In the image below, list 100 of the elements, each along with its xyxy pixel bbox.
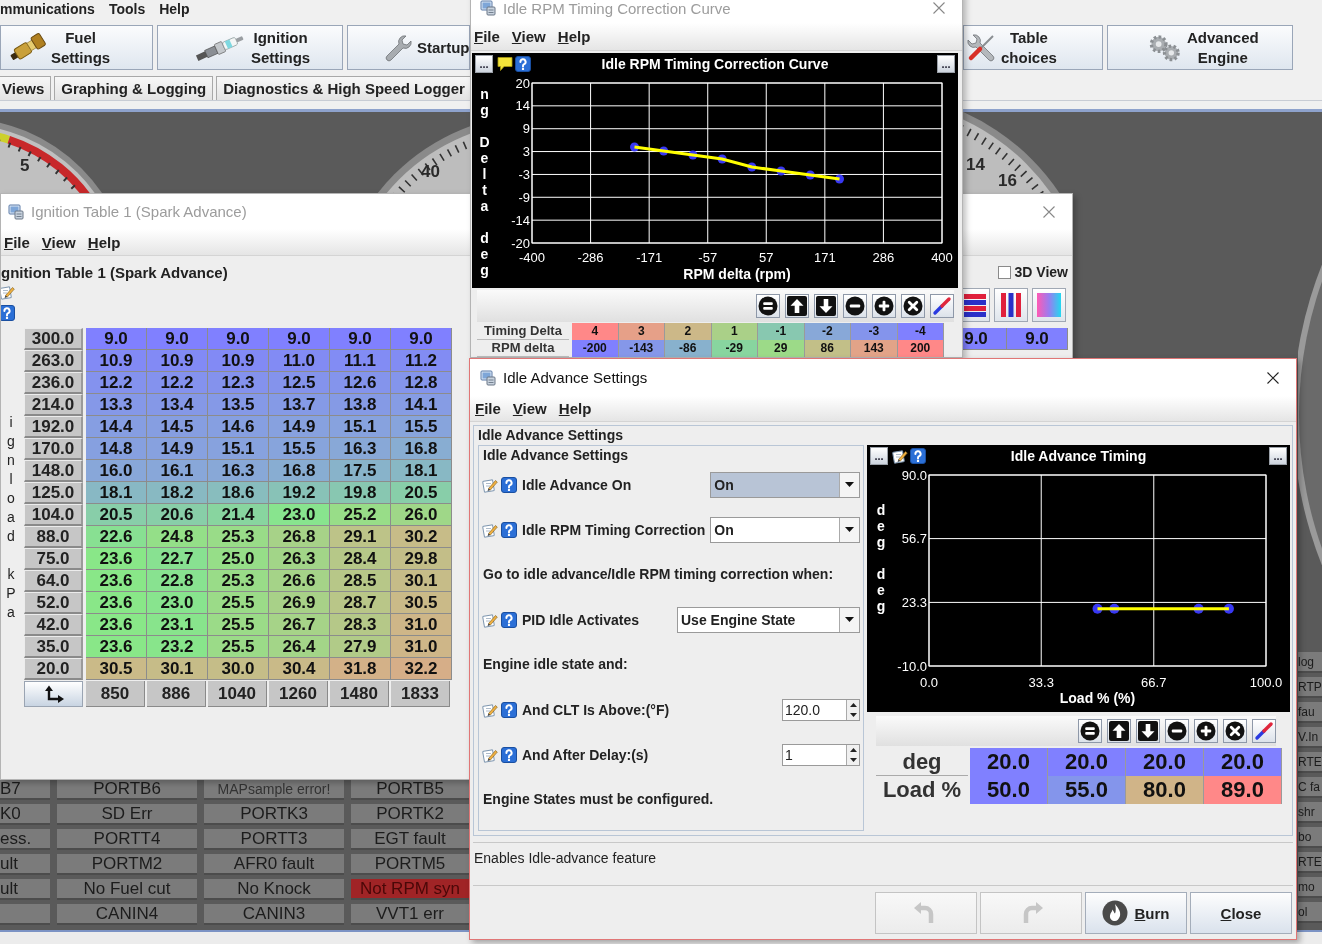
menu-item[interactable]: File (474, 28, 500, 45)
toolbar-button[interactable]: Table choices (963, 25, 1103, 70)
table-cell: 24.8 (147, 526, 208, 548)
gauge-number: 14 (966, 155, 985, 175)
tab[interactable]: Diagnostics & High Speed Logger (216, 76, 472, 100)
table-cell: 31.0 (391, 614, 452, 636)
number-spinner[interactable]: 1 (782, 743, 860, 766)
burn-button[interactable]: Burn (1085, 892, 1187, 934)
table-cell: 28.7 (330, 592, 391, 614)
toolbar-button[interactable]: Startup (347, 25, 470, 70)
tool-button[interactable] (1078, 719, 1102, 743)
row-header-cell: 20.0 (24, 658, 83, 680)
number-spinner[interactable]: 120.0 (782, 698, 860, 721)
menu-item[interactable]: Help (87, 233, 121, 251)
tool-button[interactable] (1194, 719, 1218, 743)
menu-button[interactable]: ... (937, 55, 955, 73)
row-header-cell: 64.0 (24, 570, 83, 592)
group-title: Idle Advance Settings (477, 426, 624, 445)
color-mode-button[interactable] (994, 288, 1028, 322)
toolbar-button[interactable]: Ignition Settings (157, 25, 343, 70)
tool-button[interactable] (756, 294, 780, 318)
dropdown[interactable]: On (710, 516, 860, 543)
axis-button[interactable] (24, 681, 83, 707)
data-point[interactable] (1109, 603, 1120, 614)
tool-button[interactable] (930, 294, 954, 318)
tool-button[interactable] (1165, 719, 1189, 743)
menu-item[interactable]: Tools (108, 0, 146, 17)
axis-tick-label: -286 (577, 250, 604, 265)
table-cell: 13.5 (208, 394, 269, 416)
tool-button[interactable] (1107, 719, 1131, 743)
data-point[interactable] (688, 150, 698, 160)
table-cell: -29 (711, 340, 758, 357)
axis-label: ng Delta deg (478, 85, 491, 280)
menu-item[interactable]: View (41, 233, 76, 251)
checkbox[interactable] (997, 265, 1011, 279)
color-mode-button[interactable] (1032, 288, 1066, 322)
menu-item[interactable]: Help (558, 400, 592, 417)
close-button[interactable]: Close (1190, 892, 1292, 934)
tab[interactable]: Views (0, 76, 52, 100)
data-point[interactable] (630, 142, 639, 152)
data-point[interactable] (1223, 603, 1234, 614)
menu-item[interactable]: Help (159, 0, 190, 17)
tool-button[interactable] (814, 294, 838, 318)
status-indicator: C fa (1298, 777, 1322, 798)
data-point[interactable] (776, 166, 786, 176)
toolbar-button[interactable]: Advanced Engine (1107, 25, 1293, 70)
tool-button[interactable] (843, 294, 867, 318)
tab[interactable]: Graphing & Logging (54, 76, 214, 100)
tool-button[interactable] (901, 294, 925, 318)
table-cell: 25.3 (208, 570, 269, 592)
data-point[interactable] (805, 170, 815, 180)
app-icon (480, 369, 496, 386)
menu-button[interactable]: ... (475, 55, 493, 73)
tool-button[interactable] (785, 294, 809, 318)
table-cell: 12.5 (269, 372, 330, 394)
table-cell: 13.7 (269, 394, 330, 416)
flame-icon (1102, 900, 1129, 926)
menu-item[interactable]: View (512, 400, 547, 417)
table-cell: 89.0 (1204, 776, 1282, 804)
status-indicator: PORTT3 (204, 829, 344, 850)
dropdown[interactable]: On (710, 471, 860, 498)
row-header-cell: 125.0 (24, 482, 83, 504)
table-cell: 12.2 (86, 372, 147, 394)
data-point[interactable] (1092, 603, 1103, 614)
menu-item[interactable]: File (4, 233, 30, 251)
data-point[interactable] (747, 162, 757, 172)
tool-button[interactable] (1136, 719, 1160, 743)
axis-tick-label: 100.0 (1249, 675, 1283, 690)
tool-button[interactable] (1223, 719, 1247, 743)
row-header-cell: 35.0 (24, 636, 83, 658)
data-point[interactable] (659, 146, 669, 156)
help-icon (501, 476, 517, 493)
table-cell: 4 (572, 323, 619, 340)
dropdown[interactable]: Use Engine State (677, 606, 860, 633)
toolbar-button[interactable]: Fuel Settings (0, 25, 153, 70)
tool-button[interactable] (872, 294, 896, 318)
checkbox-label[interactable]: 3D View (1014, 264, 1068, 280)
data-point[interactable] (1193, 603, 1204, 614)
menu-item[interactable]: mmunications (0, 0, 95, 17)
axis-tick-label: -10.0 (897, 658, 927, 674)
status-indicator: ess. (0, 829, 50, 850)
menu-item[interactable]: File (475, 400, 501, 417)
table-cell: 26.0 (391, 504, 452, 526)
table-cell: 16.8 (391, 438, 452, 460)
tool-button[interactable] (1252, 719, 1276, 743)
row-header-cell: 104.0 (24, 504, 83, 526)
data-point[interactable] (717, 154, 727, 164)
status-indicator: AFR0 fault (204, 854, 344, 875)
color-mode-button[interactable] (963, 288, 990, 322)
menu-item[interactable]: View (511, 28, 546, 45)
table-cell: 50.0 (970, 776, 1048, 804)
menu-button[interactable]: ... (870, 447, 888, 465)
menu-item[interactable]: Help (557, 28, 591, 45)
table-cell: 9.0 (147, 328, 208, 350)
data-point[interactable] (835, 174, 844, 184)
table-cell: 27.9 (330, 636, 391, 658)
table-cell: 30.5 (86, 658, 147, 680)
menu-button[interactable]: ... (1269, 447, 1287, 465)
table-cell: 30.4 (269, 658, 330, 680)
wrench-screwdriver-icon (966, 32, 996, 63)
